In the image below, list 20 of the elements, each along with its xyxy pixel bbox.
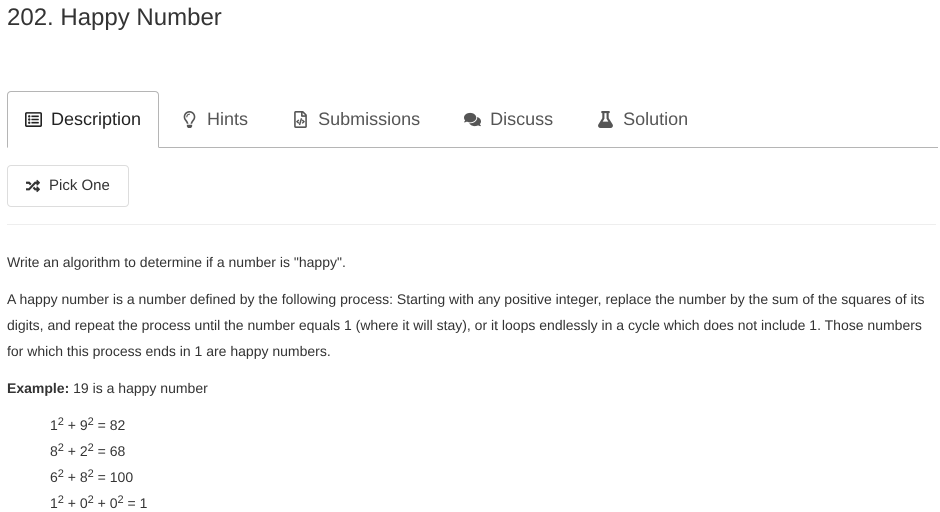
equation: 6$^{2}$ + 8$^{2}$ = 100	[50, 466, 134, 487]
tab[interactable]: Description	[7, 91, 160, 148]
lightbulb-icon	[181, 110, 198, 128]
code-file-icon	[292, 110, 310, 128]
list-icon	[25, 111, 42, 128]
tab[interactable]: Discuss	[446, 91, 572, 147]
tab[interactable]: Submissions	[274, 91, 438, 147]
equation: 8$^{2}$ + 2$^{2}$ = 68	[50, 440, 126, 461]
page-title: 202. Happy Number	[7, 3, 222, 32]
equation: 1$^{2}$ + 9$^{2}$ = 82	[50, 414, 126, 435]
equation: 1$^{2}$ + 0$^{2}$ + 0$^{2}$ = 1	[50, 492, 148, 512]
tab[interactable]: Hints	[163, 91, 266, 147]
tab[interactable]: Solution	[579, 91, 706, 147]
chat-bubbles-icon	[464, 110, 482, 128]
paragraph: A happy number is a number defined by the following process: Starting with any positive integer, replace the number by the sum of the squares of its digits, and repeat the process until the number equals 1 (where it will stay), or it loops endlessly in a cycle which does not include 1. Those numbers for which this process ends in 1 are happy numbers.	[7, 290, 926, 361]
paragraph: Write an algorithm to determine if a number is "happy".	[7, 253, 347, 272]
example-line: Example: 19 is a happy number	[7, 379, 209, 398]
flask-icon	[597, 110, 614, 128]
shuffle-icon	[26, 179, 40, 193]
pick-one-button[interactable]: Pick One	[7, 165, 129, 207]
